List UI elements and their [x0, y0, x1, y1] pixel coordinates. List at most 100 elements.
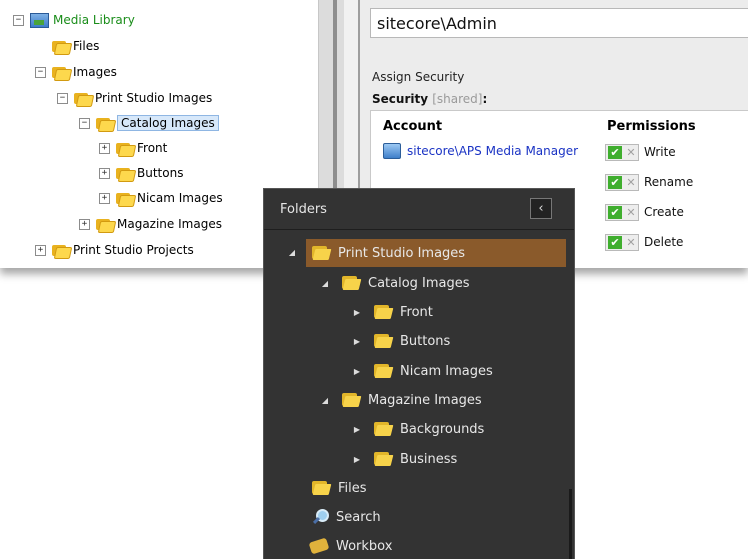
- folder-icon: [52, 243, 73, 259]
- deny-icon: ✕: [626, 235, 636, 249]
- deny-icon: ✕: [626, 205, 636, 219]
- tree-node-label: Nicam Images: [137, 191, 223, 205]
- user-field[interactable]: sitecore\Admin: [370, 8, 748, 38]
- media-library-icon: [30, 12, 49, 28]
- collapse-toggle[interactable]: −: [79, 117, 90, 129]
- folder-icon: [312, 481, 332, 495]
- expand-toggle[interactable]: +: [99, 167, 110, 179]
- collapsed-arrow-icon[interactable]: ▶: [350, 455, 364, 464]
- search-link[interactable]: Search: [312, 503, 381, 531]
- deny-icon: ✕: [626, 145, 636, 159]
- folder-item-label: Buttons: [400, 333, 451, 349]
- expanded-arrow-icon[interactable]: ◢: [318, 279, 332, 288]
- tree-node-label: Buttons: [137, 166, 184, 180]
- collapse-panel-button[interactable]: ‹: [530, 198, 552, 219]
- folders-panel: Folders ‹ Print Studio Images ◢ ◢ Catalo…: [263, 188, 575, 559]
- tree-node-print-studio-images[interactable]: − Print Studio Images: [57, 88, 212, 108]
- folder-icon: [342, 276, 362, 290]
- folder-item-label: Magazine Images: [368, 392, 482, 408]
- permission-toggle[interactable]: ✔ ✕: [605, 233, 639, 251]
- tree-node-nicam-images[interactable]: + Nicam Images: [99, 188, 223, 208]
- permission-row-write: ✔ ✕ Write: [605, 141, 676, 163]
- folder-item-print-studio-images[interactable]: Print Studio Images: [306, 239, 566, 267]
- collapsed-arrow-icon[interactable]: ▶: [350, 337, 364, 346]
- folder-item-label: Front: [400, 304, 433, 320]
- folder-icon: [96, 217, 117, 233]
- shared-tag: [shared]: [432, 92, 483, 106]
- collapse-toggle[interactable]: −: [13, 14, 24, 26]
- folder-item-business[interactable]: ▶ Business: [350, 445, 457, 473]
- folder-item-label: Print Studio Images: [338, 245, 466, 261]
- collapse-toggle[interactable]: −: [35, 66, 46, 78]
- folder-item-catalog-images[interactable]: ◢ Catalog Images: [318, 269, 470, 297]
- folder-icon: [52, 39, 73, 55]
- expanded-arrow-icon[interactable]: ◢: [285, 248, 299, 257]
- security-field-label: Security [shared]:: [372, 92, 488, 106]
- collapsed-arrow-icon[interactable]: ▶: [350, 425, 364, 434]
- folder-icon: [374, 452, 394, 466]
- folder-item-label: Business: [400, 451, 458, 467]
- permission-label: Delete: [644, 235, 684, 249]
- expand-toggle[interactable]: +: [35, 244, 46, 256]
- role-icon: [383, 143, 401, 159]
- tree-node-media-library[interactable]: − Media Library: [13, 10, 135, 30]
- search-label: Search: [336, 509, 381, 525]
- folder-item-buttons[interactable]: ▶ Buttons: [350, 327, 450, 355]
- folder-item-label: Nicam Images: [400, 363, 493, 379]
- search-icon: [312, 509, 329, 525]
- collapsed-arrow-icon[interactable]: ▶: [350, 367, 364, 376]
- folders-panel-title: Folders: [280, 202, 327, 217]
- folder-icon: [374, 305, 394, 319]
- tree-node-files[interactable]: Files: [37, 36, 99, 56]
- tree-node-label: Print Studio Images: [95, 91, 213, 105]
- tree-node-images[interactable]: − Images: [35, 62, 117, 82]
- permission-row-rename: ✔ ✕ Rename: [605, 171, 693, 193]
- tree-node-front[interactable]: + Front: [99, 138, 167, 158]
- permission-toggle[interactable]: ✔ ✕: [605, 203, 639, 221]
- check-icon: ✔: [608, 145, 622, 159]
- deny-icon: ✕: [626, 175, 636, 189]
- account-column-header: Account: [383, 119, 443, 134]
- tree-node-label: Print Studio Projects: [73, 243, 194, 257]
- folder-item-files[interactable]: Files: [312, 474, 367, 502]
- workbox-icon: [308, 537, 330, 555]
- permission-label: Write: [644, 145, 676, 159]
- tree-node-catalog-images[interactable]: − Catalog Images: [79, 113, 219, 133]
- permission-toggle[interactable]: ✔ ✕: [605, 173, 639, 191]
- folder-icon: [74, 91, 95, 107]
- tree-node-magazine-images[interactable]: + Magazine Images: [79, 214, 222, 234]
- folder-icon: [116, 166, 137, 182]
- account-link[interactable]: sitecore\APS Media Manager: [407, 144, 578, 158]
- expanded-arrow-icon[interactable]: ◢: [318, 396, 332, 405]
- folder-item-label: Files: [338, 480, 367, 496]
- folder-icon: [312, 246, 332, 260]
- folder-icon: [96, 116, 117, 132]
- permission-row-delete: ✔ ✕ Delete: [605, 231, 683, 253]
- collapsed-arrow-icon[interactable]: ▶: [350, 308, 364, 317]
- tree-node-print-studio-projects[interactable]: + Print Studio Projects: [35, 240, 194, 260]
- folder-item-nicam-images[interactable]: ▶ Nicam Images: [350, 357, 493, 385]
- workbox-link[interactable]: Workbox: [308, 532, 392, 560]
- permission-row-create: ✔ ✕ Create: [605, 201, 684, 223]
- permission-toggle[interactable]: ✔ ✕: [605, 143, 639, 161]
- folder-icon: [342, 393, 362, 407]
- folder-item-backgrounds[interactable]: ▶ Backgrounds: [350, 415, 484, 443]
- expand-toggle[interactable]: +: [99, 192, 110, 204]
- account-entry[interactable]: sitecore\APS Media Manager: [383, 143, 578, 159]
- expand-toggle[interactable]: +: [99, 142, 110, 154]
- collapse-toggle[interactable]: −: [57, 92, 68, 104]
- tree-node-buttons[interactable]: + Buttons: [99, 163, 183, 183]
- folder-icon: [374, 334, 394, 348]
- folder-icon: [52, 65, 73, 81]
- expand-toggle[interactable]: +: [79, 218, 90, 230]
- folder-item-magazine-images[interactable]: ◢ Magazine Images: [318, 386, 482, 414]
- folder-item-label: Catalog Images: [368, 275, 470, 291]
- folder-item-front[interactable]: ▶ Front: [350, 298, 433, 326]
- scrollbar[interactable]: [569, 489, 572, 559]
- check-icon: ✔: [608, 205, 622, 219]
- tree-node-label: Catalog Images: [117, 115, 219, 131]
- check-icon: ✔: [608, 175, 622, 189]
- permission-label: Rename: [644, 175, 694, 189]
- tree-node-label: Media Library: [53, 13, 135, 27]
- permissions-column-header: Permissions: [607, 119, 696, 134]
